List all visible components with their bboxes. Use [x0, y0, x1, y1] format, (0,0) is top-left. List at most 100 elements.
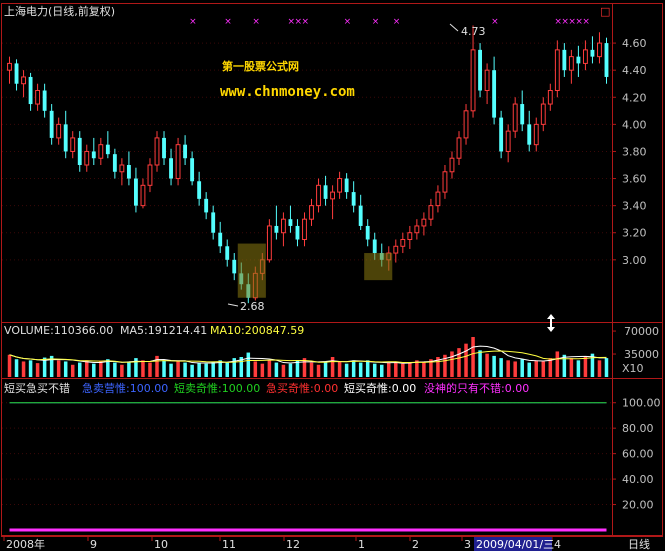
signal-marker: × — [301, 17, 309, 27]
candle-body — [351, 192, 356, 206]
corner-box[interactable]: □ — [600, 5, 610, 18]
volume-tick-label: 70000 — [624, 325, 659, 338]
volume-axis-ticks: 35000 70000 — [612, 325, 659, 361]
candle-body — [140, 184, 146, 207]
candle-body — [119, 164, 125, 173]
indicator-tick-label: 80.00 — [622, 422, 654, 435]
candle-body — [77, 137, 82, 165]
legend-entry: 急买奇惟:0.00 — [266, 381, 338, 395]
candle-body — [190, 158, 195, 182]
candle-body — [470, 49, 476, 112]
chart-stage: 3.00 3.20 3.40 3.60 3.80 4.00 4.20 4.40 4.60 × × ×… — [1, 3, 663, 551]
candle-body — [463, 110, 469, 139]
low-label: 2.68 — [240, 300, 265, 313]
candle-body — [499, 117, 504, 152]
candle-body — [590, 49, 595, 57]
candle-body — [533, 123, 539, 146]
indicator-tick-label: 20.00 — [622, 499, 654, 512]
volume-label: VOLUME:110366.00 — [4, 324, 113, 337]
candle-body — [330, 191, 336, 200]
period-label[interactable]: 日线 — [628, 537, 650, 551]
candle-body — [126, 165, 131, 179]
date-label: 4 — [554, 538, 561, 551]
candle-body — [84, 150, 90, 166]
candle-body — [512, 103, 518, 132]
price-candles — [7, 25, 609, 304]
indicator-tick-label: 100.00 — [622, 397, 661, 410]
volume-bars — [7, 337, 609, 377]
candle-body — [309, 205, 314, 220]
candle-body — [35, 90, 41, 105]
date-label: 12 — [286, 538, 300, 551]
candle-body — [568, 56, 574, 71]
candle-body — [540, 103, 546, 125]
candle-body — [484, 69, 490, 91]
indicator-tick-label: 60.00 — [622, 448, 654, 461]
candle-body — [280, 218, 286, 234]
candle-body — [175, 144, 181, 180]
candle-body — [316, 184, 321, 207]
candle-body — [14, 63, 19, 84]
candle-body — [218, 232, 223, 247]
candle-body — [302, 218, 307, 241]
candle-body — [98, 144, 104, 159]
ma10-label: MA10:200847.59 — [210, 324, 304, 337]
candle-body — [56, 123, 62, 139]
candle-body — [225, 246, 230, 260]
candle-body — [105, 144, 110, 155]
indicator-axis-ticks: 20.00 40.00 60.00 80.00 100.00 — [612, 397, 661, 512]
candle-body — [492, 70, 497, 118]
candle-body — [597, 42, 602, 58]
indicator-lines — [9, 402, 607, 532]
signal-marker: × — [393, 17, 401, 27]
cursor-date: 2009/04/01/三 — [476, 538, 554, 551]
candle-body — [204, 198, 209, 213]
volume-ma-lines — [9, 345, 607, 364]
high-annotation: 4.73 — [449, 23, 486, 38]
candle-body — [147, 164, 153, 186]
candle-body — [407, 232, 413, 241]
candle-body — [63, 124, 68, 152]
candle-body — [183, 144, 188, 159]
candle-body — [70, 137, 76, 152]
candle-body — [91, 151, 96, 159]
candle-body — [428, 205, 434, 220]
volume-tick-label: 35000 — [624, 348, 659, 361]
candle-body — [562, 49, 567, 71]
watermark-title: 第一股票公式网 — [222, 59, 299, 73]
candle-body — [421, 218, 427, 227]
candle-body — [49, 110, 54, 138]
candle-body — [520, 104, 525, 125]
legend-entry: 急卖营惟:100.00 — [82, 381, 168, 395]
indicator-tick-label: 40.00 — [622, 473, 654, 486]
candle-body — [197, 181, 202, 199]
candle-body — [154, 137, 160, 166]
price-tick-label: 4.60 — [622, 37, 647, 50]
candle-body — [527, 124, 532, 145]
signal-marker: × — [189, 17, 197, 27]
candle-body — [288, 219, 293, 226]
indicator-legend: 急卖营惟:100.00 短卖奇惟:100.00 急买奇惟:0.00 短买奇惟:0.00… — [82, 381, 529, 395]
candle-body — [393, 245, 399, 254]
candle-body — [442, 171, 448, 193]
candle-body — [449, 157, 455, 173]
candle-body — [582, 49, 588, 64]
price-tick-label: 4.00 — [622, 118, 647, 131]
price-tick-label: 3.20 — [622, 227, 647, 240]
candle-body — [414, 225, 420, 234]
candle-body — [21, 76, 26, 85]
legend-entry: 短卖奇惟:100.00 — [174, 381, 260, 395]
candle-body — [505, 130, 511, 152]
candle-body — [478, 49, 483, 91]
candle-body — [337, 178, 343, 193]
price-axis-ticks: 3.00 3.20 3.40 3.60 3.80 4.00 4.20 4.40 4.60 — [612, 37, 647, 267]
date-label: 2008年 — [6, 537, 45, 551]
indicator-name: 短买急买不错 — [4, 381, 70, 395]
candle-body — [400, 239, 406, 247]
candle-body — [554, 49, 560, 91]
signal-marker: × — [224, 17, 232, 27]
price-tick-label: 3.80 — [622, 145, 647, 158]
volume-unit: X10 — [622, 362, 644, 375]
price-tick-label: 3.60 — [622, 173, 647, 186]
buy-zone-box — [364, 253, 393, 281]
